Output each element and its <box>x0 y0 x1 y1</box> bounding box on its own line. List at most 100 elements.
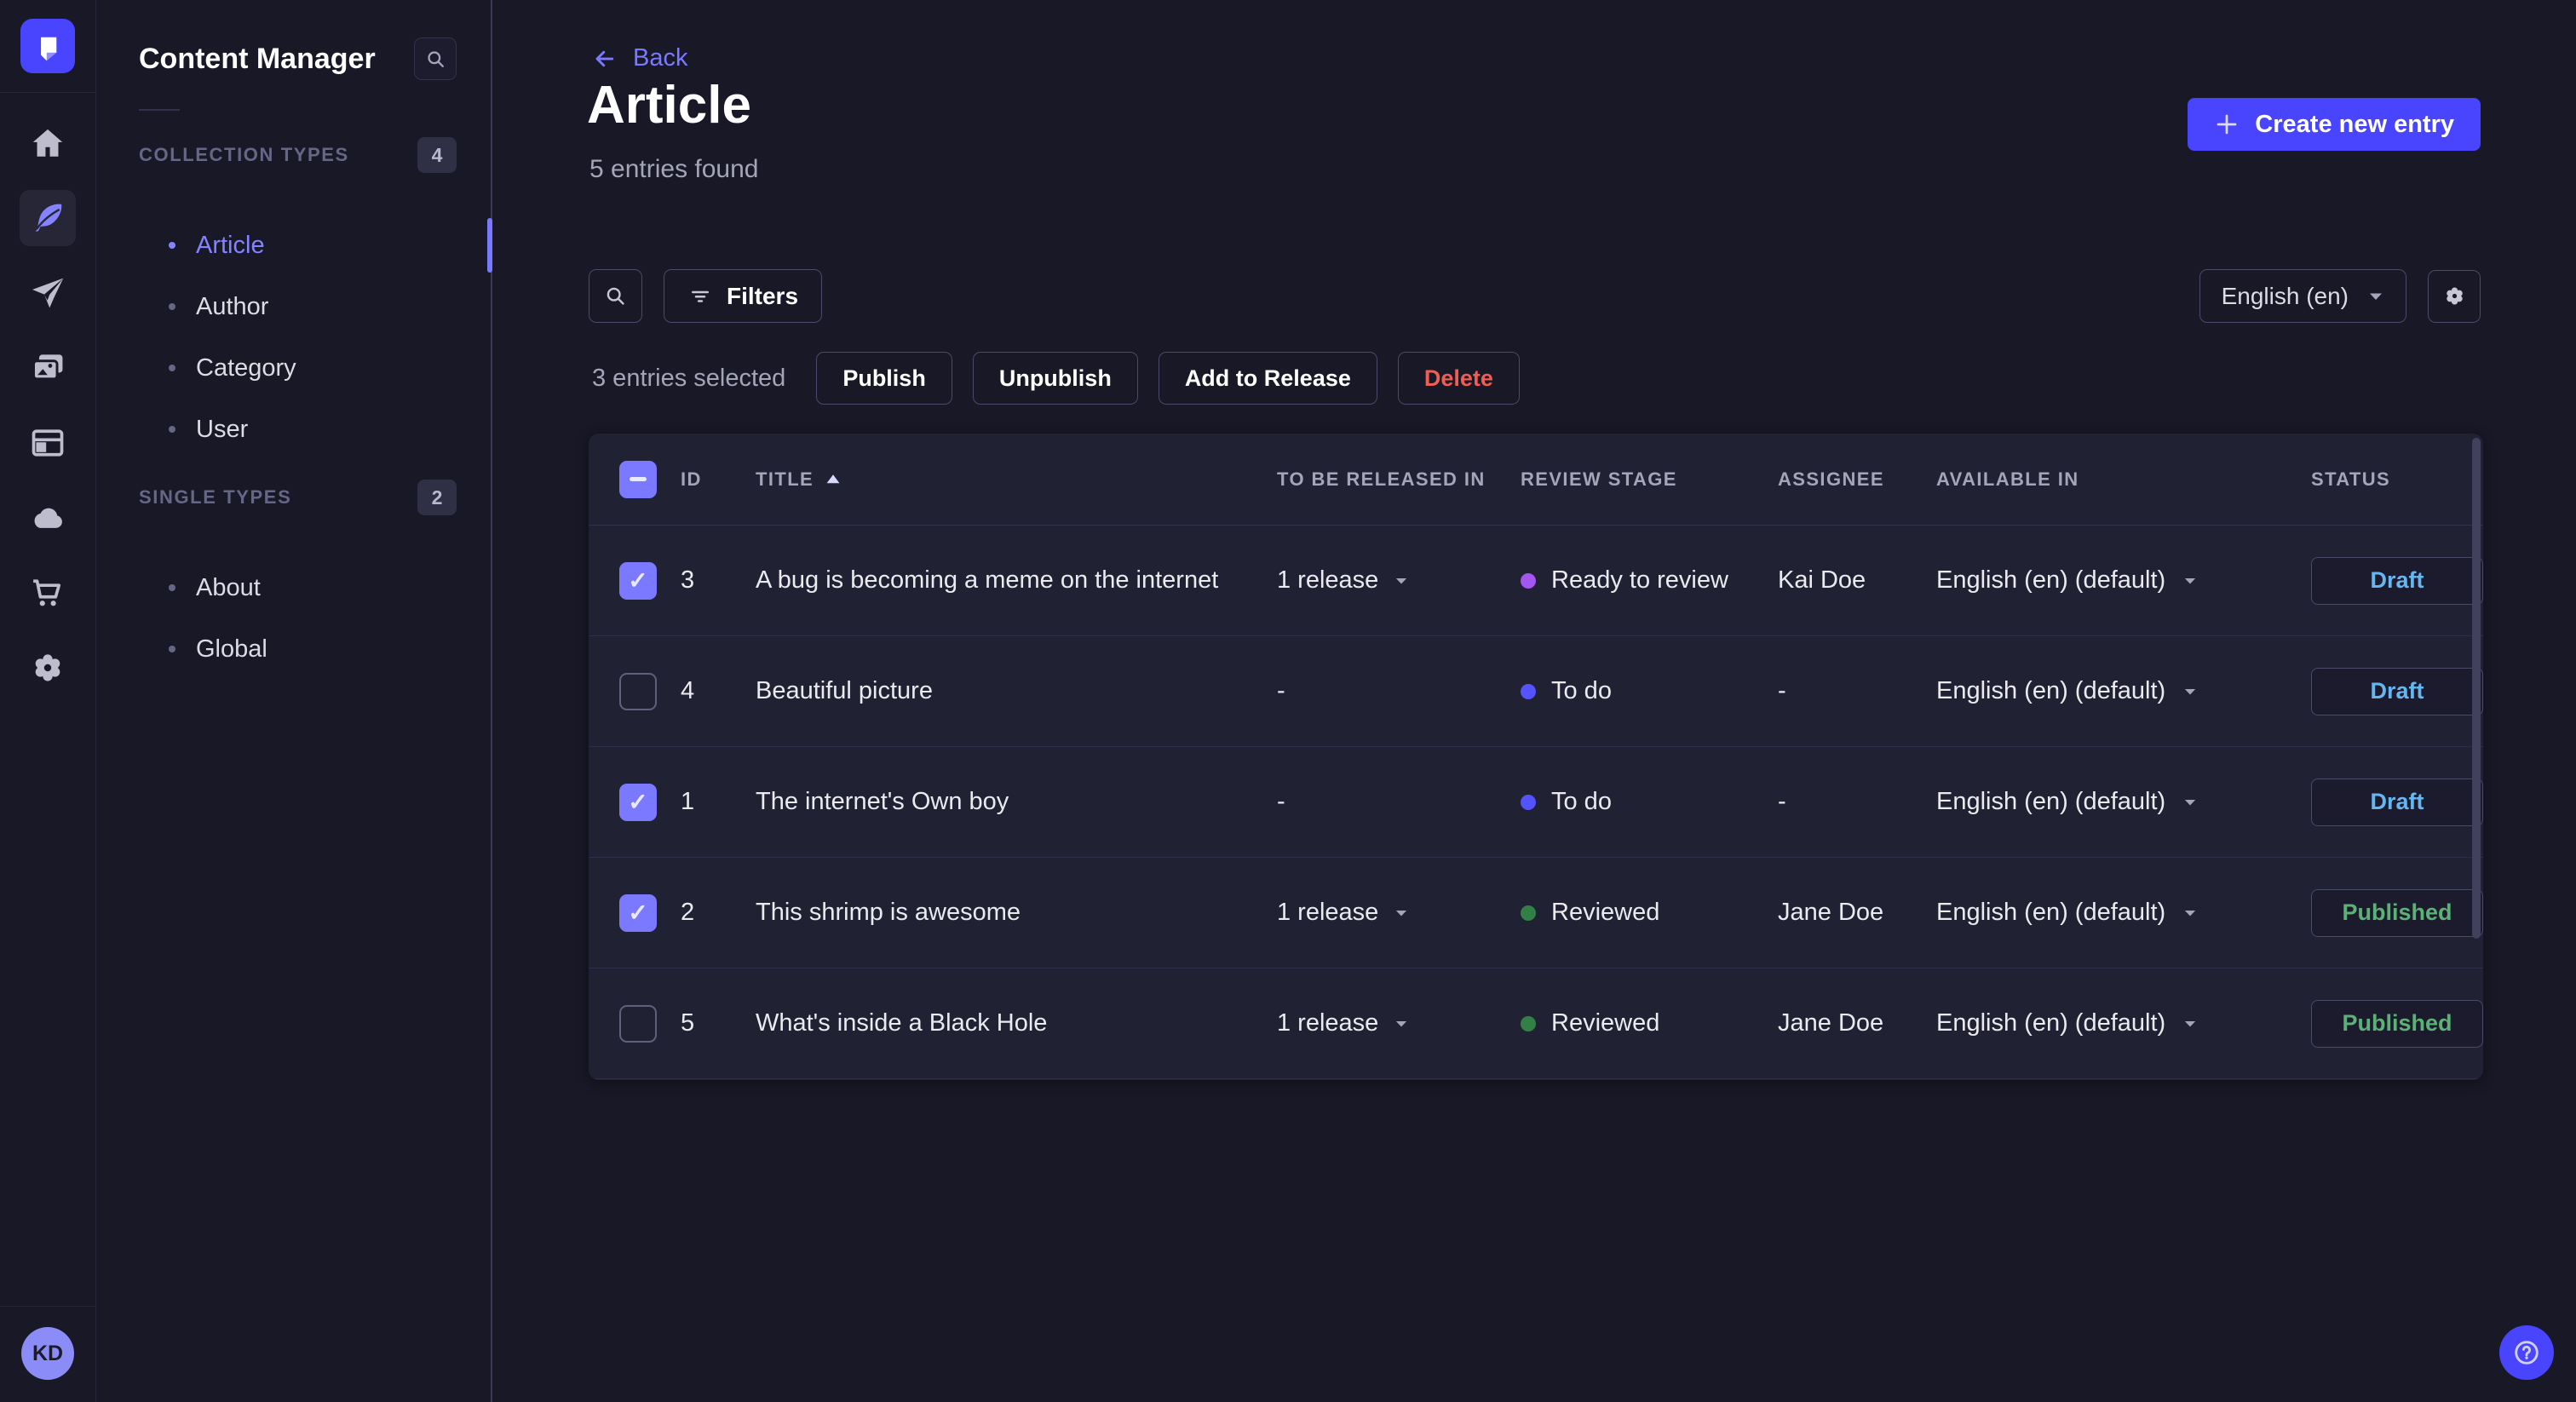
chevron-down-icon <box>2185 1020 2196 1026</box>
sidebar-item-label: About <box>196 573 261 601</box>
row-assignee: Jane Doe <box>1778 899 1884 926</box>
question-mark-icon <box>2515 1341 2539 1365</box>
unpublish-button[interactable]: Unpublish <box>972 352 1138 405</box>
select-all-checkbox[interactable] <box>619 460 657 498</box>
status-badge: Draft <box>2311 778 2483 826</box>
filters-button[interactable]: Filters <box>664 269 823 323</box>
home-icon[interactable] <box>20 115 76 171</box>
sidebar-item-label: User <box>196 415 249 443</box>
sidebar-search-button[interactable] <box>414 37 457 80</box>
add-to-release-button[interactable]: Add to Release <box>1158 352 1377 405</box>
row-release[interactable]: - <box>1277 788 1521 816</box>
table-scrollbar[interactable] <box>2472 438 2481 939</box>
row-title: Beautiful picture <box>756 677 933 704</box>
sidebar-item-user[interactable]: User <box>97 399 491 460</box>
column-header-status[interactable]: STATUS <box>2311 468 2483 491</box>
status-badge: Published <box>2311 888 2483 937</box>
back-link[interactable]: Back <box>592 44 687 72</box>
collection-types-count-badge: 4 <box>417 137 457 173</box>
row-available-in[interactable]: English (en) (default) <box>1936 1009 2311 1037</box>
row-id: 1 <box>681 788 695 815</box>
rail-bottom: KD <box>0 1306 95 1402</box>
chevron-down-icon <box>2185 910 2196 916</box>
table-row[interactable]: 2 This shrimp is awesome 1 release Revie… <box>589 858 2483 968</box>
row-available-in[interactable]: English (en) (default) <box>1936 899 2311 927</box>
row-release[interactable]: 1 release <box>1277 566 1521 595</box>
row-checkbox[interactable] <box>619 561 657 600</box>
main-content: Back Article 5 entries found Create new … <box>494 0 2576 1402</box>
table-row[interactable]: 1 The internet's Own boy - To do - Engli… <box>589 747 2483 858</box>
row-title: This shrimp is awesome <box>756 899 1021 926</box>
media-library-icon[interactable] <box>20 340 76 396</box>
create-new-entry-label: Create new entry <box>2255 110 2454 138</box>
view-settings-button[interactable] <box>2428 269 2481 323</box>
selection-count-label: 3 entries selected <box>592 364 786 392</box>
single-types-label: SINGLE TYPES <box>139 486 292 508</box>
column-header-review-stage[interactable]: REVIEW STAGE <box>1521 468 1778 491</box>
content-manager-icon[interactable] <box>20 190 76 246</box>
row-review-stage: Ready to review <box>1521 566 1778 595</box>
rail-bottom-divider <box>0 1306 95 1307</box>
user-avatar[interactable]: KD <box>21 1327 74 1380</box>
row-title: The internet's Own boy <box>756 788 1009 815</box>
sidebar-item-author[interactable]: Author <box>97 276 491 337</box>
row-review-stage: Reviewed <box>1521 1009 1778 1037</box>
delete-button[interactable]: Delete <box>1397 352 1520 405</box>
sidebar-item-article[interactable]: Article <box>97 215 492 276</box>
content-type-builder-icon[interactable] <box>20 415 76 471</box>
search-icon <box>427 50 444 67</box>
sidebar-item-label: Article <box>196 231 265 259</box>
arrow-left-icon <box>595 50 614 66</box>
table-row[interactable]: 3 A bug is becoming a meme on the intern… <box>589 526 2483 636</box>
help-button[interactable] <box>2499 1325 2554 1380</box>
row-release[interactable]: 1 release <box>1277 1009 1521 1037</box>
releases-icon[interactable] <box>20 265 76 321</box>
row-release[interactable]: 1 release <box>1277 899 1521 927</box>
strapi-logo[interactable] <box>20 19 75 73</box>
row-id: 5 <box>681 1009 695 1037</box>
chevron-down-icon <box>1396 910 1407 916</box>
chevron-down-icon <box>1396 1020 1407 1026</box>
entries-count: 5 entries found <box>589 155 759 183</box>
column-header-to-be-released-in[interactable]: TO BE RELEASED IN <box>1277 468 1521 491</box>
search-icon <box>607 287 624 305</box>
sidebar-divider <box>139 109 180 111</box>
table-row[interactable]: 4 Beautiful picture - To do - English (e… <box>589 636 2483 747</box>
publish-button[interactable]: Publish <box>816 352 952 405</box>
back-label: Back <box>633 44 688 72</box>
column-header-id[interactable]: ID <box>681 468 756 491</box>
toolbar: Filters English (en) <box>589 269 2481 323</box>
row-checkbox[interactable] <box>619 672 657 710</box>
locale-select[interactable]: English (en) <box>2199 269 2406 323</box>
create-new-entry-button[interactable]: Create new entry <box>2188 98 2481 151</box>
row-checkbox[interactable] <box>619 1004 657 1043</box>
sidebar-item-global[interactable]: Global <box>97 618 491 680</box>
sidebar-item-category[interactable]: Category <box>97 337 491 399</box>
row-assignee: Kai Doe <box>1778 566 1866 594</box>
row-review-stage: To do <box>1521 677 1778 705</box>
column-header-title[interactable]: TITLE <box>756 468 1277 491</box>
row-available-in[interactable]: English (en) (default) <box>1936 788 2311 816</box>
row-available-in[interactable]: English (en) (default) <box>1936 566 2311 595</box>
bullet-icon <box>169 242 175 249</box>
sidebar-item-about[interactable]: About <box>97 557 491 618</box>
row-available-in[interactable]: English (en) (default) <box>1936 677 2311 705</box>
table-search-button[interactable] <box>589 269 642 323</box>
row-release[interactable]: - <box>1277 677 1521 705</box>
row-assignee: - <box>1778 788 1786 815</box>
marketplace-cart-icon[interactable] <box>20 565 76 621</box>
table-row[interactable]: 5 What's inside a Black Hole 1 release R… <box>589 968 2483 1079</box>
row-id: 3 <box>681 566 695 594</box>
row-checkbox[interactable] <box>619 783 657 821</box>
chevron-down-icon <box>2185 688 2196 694</box>
bullet-icon <box>169 303 175 310</box>
deploy-cloud-icon[interactable] <box>20 490 76 546</box>
settings-gear-icon[interactable] <box>20 640 76 696</box>
plus-icon <box>2217 114 2237 135</box>
bullet-icon <box>169 584 175 591</box>
row-checkbox[interactable] <box>619 893 657 932</box>
column-header-available-in[interactable]: AVAILABLE IN <box>1936 468 2311 491</box>
row-title: A bug is becoming a meme on the internet <box>756 566 1219 594</box>
column-header-assignee[interactable]: ASSIGNEE <box>1778 468 1936 491</box>
row-id: 4 <box>681 677 695 704</box>
